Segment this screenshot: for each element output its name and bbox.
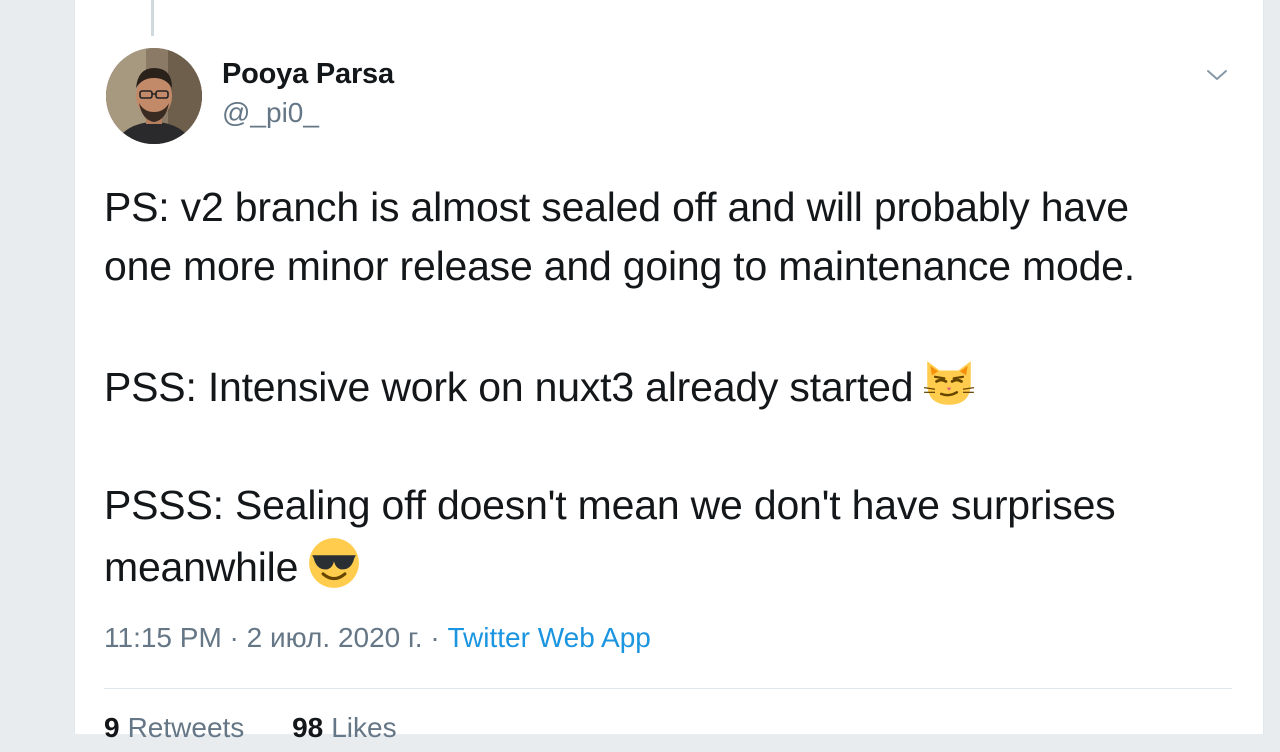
tweet-line: one more minor release and going to main… — [104, 243, 1135, 289]
smirking-cat-face-icon — [924, 361, 975, 405]
thread-connector-line — [151, 0, 154, 36]
tweet-date[interactable]: 2 июл. 2020 г. — [247, 622, 423, 653]
tweet-paragraph: PSSS: Sealing off doesn't mean we don't … — [104, 476, 1234, 597]
chevron-down-icon — [1207, 70, 1227, 80]
author-handle[interactable]: @_pi0_ — [222, 97, 319, 129]
meta-separator: · — [422, 622, 448, 653]
tweet-text: PS: v2 branch is almost sealed off and w… — [104, 178, 1234, 597]
retweets-stat[interactable]: 9 Retweets — [104, 712, 244, 743]
author-name[interactable]: Pooya Parsa — [222, 58, 394, 91]
retweets-label: Retweets — [127, 712, 245, 743]
meta-separator: · — [221, 622, 247, 653]
tweet-line: PSSS: Sealing off doesn't mean we don't … — [104, 482, 1116, 528]
tweet-meta: 11:15 PM · 2 июл. 2020 г. · Twitter Web … — [104, 622, 651, 654]
avatar[interactable] — [106, 48, 202, 144]
tweet-stats: 9 Retweets 98 Likes — [104, 712, 437, 752]
divider — [104, 688, 1232, 689]
likes-count: 98 — [292, 712, 324, 743]
tweet-line: meanwhile — [104, 544, 299, 590]
tweet-source-link[interactable]: Twitter Web App — [447, 622, 650, 653]
more-options-button[interactable] — [1200, 58, 1234, 92]
tweet-line: PS: v2 branch is almost sealed off and w… — [104, 184, 1129, 230]
retweets-count: 9 — [104, 712, 120, 743]
tweet-time[interactable]: 11:15 PM — [104, 622, 222, 653]
avatar-image — [106, 48, 202, 144]
tweet-line: PSS: Intensive work on nuxt3 already sta… — [104, 364, 914, 410]
likes-label: Likes — [331, 712, 397, 743]
smiling-face-with-sunglasses-icon — [309, 538, 360, 588]
tweet-paragraph: PSS: Intensive work on nuxt3 already sta… — [104, 355, 1234, 417]
tweet-paragraph: PS: v2 branch is almost sealed off and w… — [104, 178, 1234, 296]
likes-stat[interactable]: 98 Likes — [292, 712, 397, 743]
